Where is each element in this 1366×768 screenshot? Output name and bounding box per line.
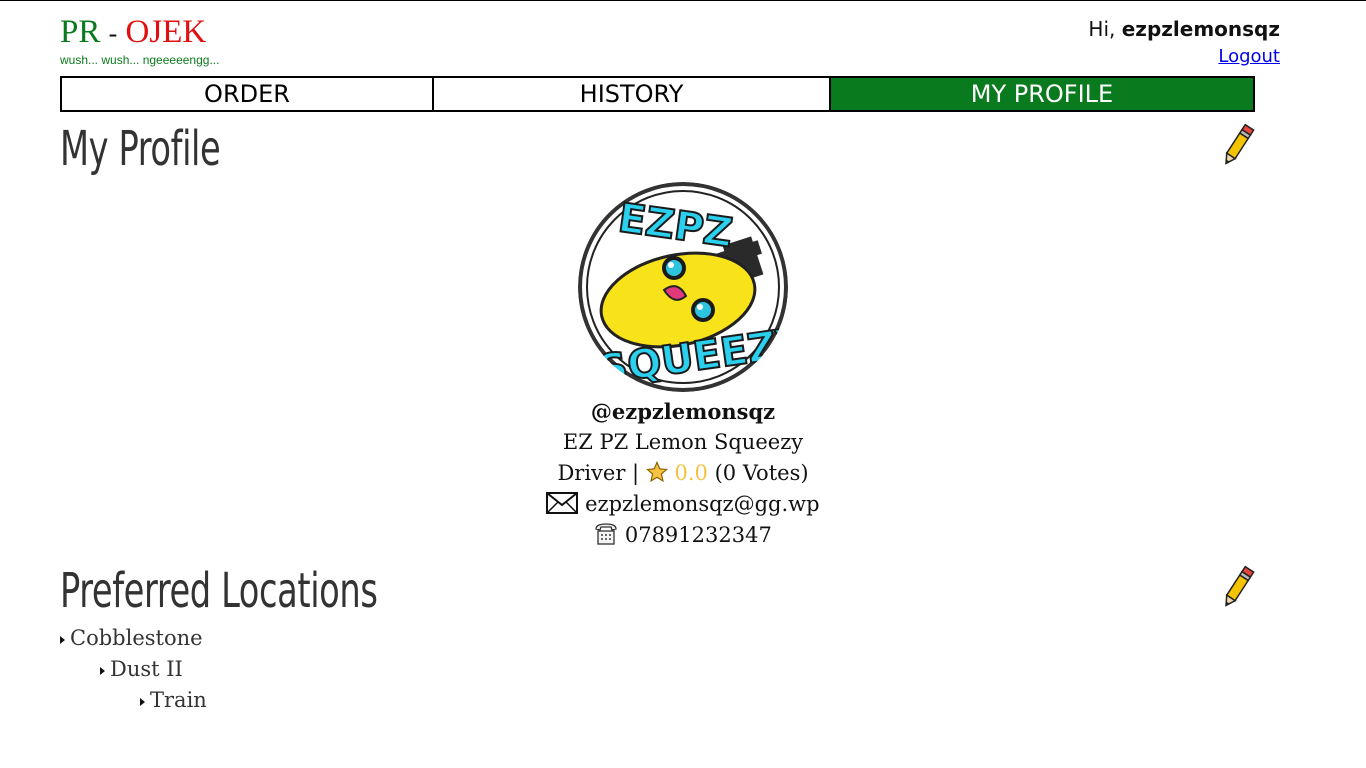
profile-full-name: EZ PZ Lemon Squeezy <box>562 430 804 454</box>
profile-role: Driver <box>557 461 626 485</box>
role-separator: | <box>632 461 640 485</box>
greeting-username: ezpzlemonsqz <box>1121 17 1280 41</box>
tab-order[interactable]: ORDER <box>60 76 434 112</box>
list-item: Dust II <box>100 657 183 681</box>
profile-email-row: ezpzlemonsqz@gg.wp <box>383 492 983 519</box>
tagline: wush... wush... ngeeeeengg... <box>60 53 220 67</box>
profile-phone: 07891232347 <box>624 523 772 547</box>
star-icon <box>645 460 668 488</box>
page-title: My Profile <box>60 121 221 177</box>
envelope-icon <box>546 492 579 519</box>
logo-separator: - <box>108 19 118 48</box>
profile-role-rating: Driver | 0.0 (0 Votes) <box>383 460 983 488</box>
triangle-right-icon <box>140 697 145 706</box>
logo-ojek: OJEK <box>125 14 207 50</box>
avatar: EZPZ SQUEEZY <box>578 182 788 392</box>
main-nav: ORDER HISTORY MY PROFILE <box>60 76 1255 112</box>
list-item: Cobblestone <box>60 626 203 650</box>
profile-phone-row: 07891232347 <box>383 523 983 550</box>
greeting-text: Hi, <box>1088 17 1116 41</box>
pencil-icon <box>1225 123 1255 165</box>
edit-locations-button[interactable] <box>1220 564 1256 610</box>
triangle-right-icon <box>100 666 105 675</box>
list-item: Train <box>140 688 207 712</box>
location-name: Dust II <box>110 657 183 681</box>
location-name: Train <box>150 688 207 712</box>
user-greeting: Hi, ezpzlemonsqz <box>1088 17 1280 41</box>
app-logo: PR - OJEK <box>60 13 206 53</box>
profile-rating: 0.0 <box>674 461 708 485</box>
tab-my-profile[interactable]: MY PROFILE <box>831 76 1255 112</box>
edit-profile-button[interactable] <box>1220 122 1256 168</box>
telephone-icon <box>594 523 618 550</box>
locations-title: Preferred Locations <box>60 563 378 619</box>
triangle-right-icon <box>60 635 65 644</box>
logo-pr: PR <box>60 14 101 50</box>
profile-email: ezpzlemonsqz@gg.wp <box>585 492 820 516</box>
pencil-icon <box>1225 565 1255 607</box>
profile-handle: @ezpzlemonsqz <box>590 399 776 424</box>
logout-link[interactable]: Logout <box>1218 46 1280 67</box>
profile-votes: (0 Votes) <box>714 461 809 485</box>
tab-history[interactable]: HISTORY <box>434 76 831 112</box>
location-name: Cobblestone <box>70 626 203 650</box>
